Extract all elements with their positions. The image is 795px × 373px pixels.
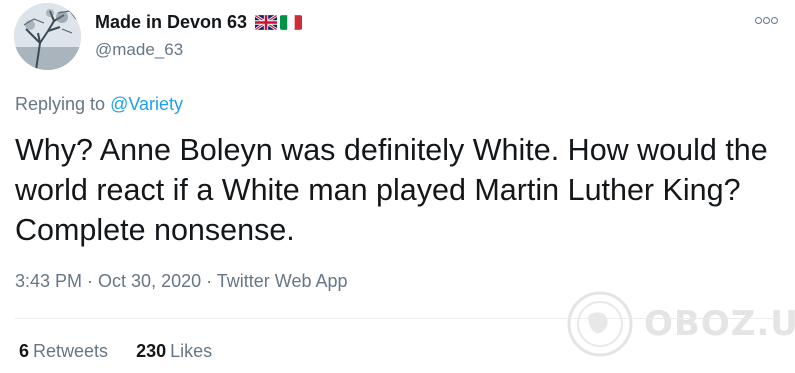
author-handle[interactable]: @made_63 — [95, 40, 183, 60]
author-display-name-link[interactable]: Made in Devon 63 — [95, 12, 303, 33]
globe-logo-icon — [567, 291, 633, 357]
likes-stat[interactable]: 230 Likes — [136, 341, 212, 362]
tweet-metadata: 3:43 PM · Oct 30, 2020 · Twitter Web App — [15, 271, 348, 292]
source-app-link[interactable]: Twitter Web App — [217, 271, 348, 291]
replying-to: Replying to @Variety — [15, 94, 183, 115]
retweets-label: Retweets — [33, 341, 109, 361]
watermark: OBOZ.UA — [566, 290, 795, 358]
likes-label: Likes — [170, 341, 213, 361]
uk-flag-icon — [255, 15, 278, 30]
tweet-time[interactable]: 3:43 PM — [15, 271, 82, 291]
italy-flag-icon — [280, 15, 303, 30]
likes-count: 230 — [136, 341, 167, 361]
retweets-stat[interactable]: 6 Retweets — [19, 341, 108, 362]
watermark-text: OBOZ.UA — [644, 304, 795, 344]
avatar[interactable] — [14, 3, 81, 70]
retweets-count: 6 — [19, 341, 30, 361]
flags — [255, 15, 303, 30]
tweet-stats: 6 Retweets 230 Likes — [19, 341, 212, 362]
tweet-text: Why? Anne Boleyn was definitely White. H… — [15, 133, 768, 247]
avatar-photo-icon — [14, 3, 81, 70]
replying-to-label: Replying to — [15, 94, 111, 114]
more-options-icon[interactable] — [755, 12, 779, 27]
author-display-name: Made in Devon 63 — [95, 12, 248, 32]
tweet-date[interactable]: Oct 30, 2020 — [98, 271, 201, 291]
reply-mention-link[interactable]: @Variety — [110, 94, 183, 114]
meta-separator: · — [201, 271, 217, 291]
meta-separator: · — [82, 271, 99, 291]
divider — [15, 318, 781, 319]
